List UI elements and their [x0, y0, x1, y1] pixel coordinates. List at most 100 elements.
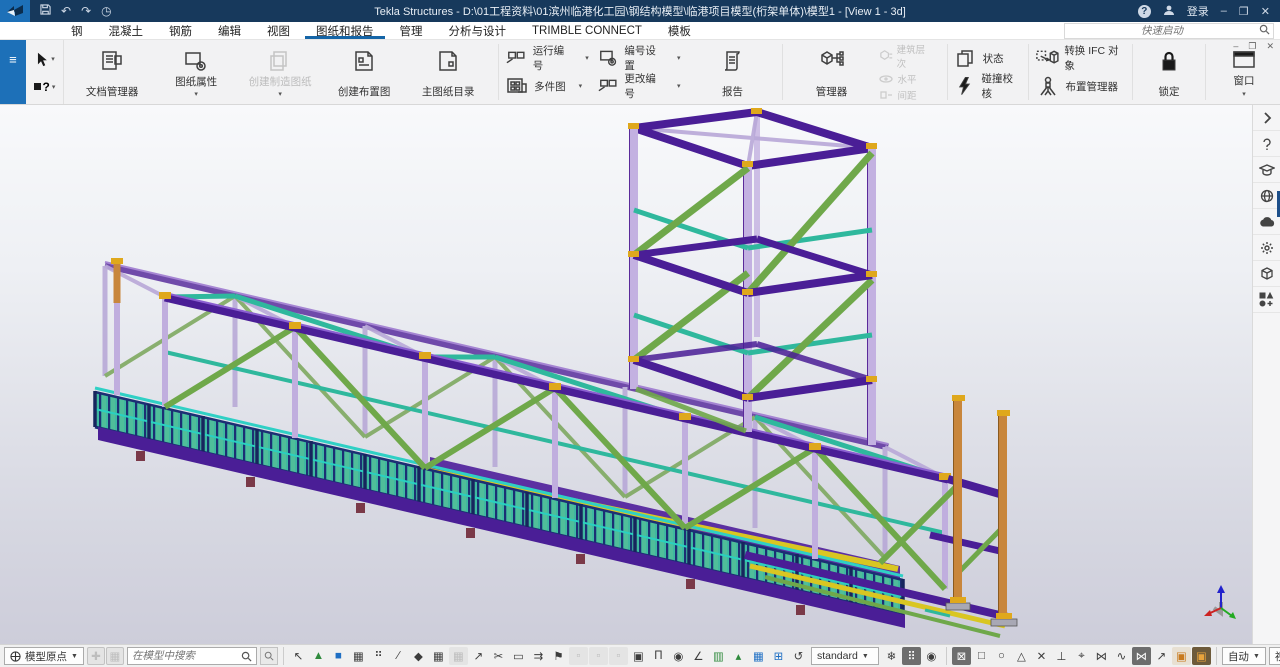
selection-profile-dropdown[interactable]: standard▼ — [811, 647, 879, 665]
view-restore-button[interactable]: ❐ — [1248, 41, 1256, 52]
view-render-image[interactable]: ▥ — [709, 647, 728, 665]
search-options-button[interactable] — [260, 647, 278, 665]
component-help-icon[interactable] — [1253, 131, 1280, 157]
view-plane-dropdown[interactable]: 视图平面▼ — [1269, 647, 1280, 665]
model-viewport[interactable] — [0, 105, 1280, 644]
master-drawing-catalog-button[interactable]: 主图纸目录 — [406, 43, 490, 101]
close-button[interactable]: ✕ — [1261, 5, 1270, 18]
manager-button[interactable]: 管理器 — [791, 43, 871, 101]
select-grid-planes[interactable]: ▦ — [429, 647, 448, 665]
app-menu-button[interactable]: ≡ — [0, 40, 26, 104]
select-rebar[interactable]: ▫ — [609, 647, 628, 665]
select-component[interactable]: ▣ — [629, 647, 648, 665]
quick-launch-box[interactable] — [1064, 23, 1274, 39]
change-numbering-caret[interactable]: ▾ — [677, 82, 681, 90]
document-manager-button[interactable]: 文档管理器 — [70, 43, 154, 101]
snap-nearest-circle[interactable]: ○ — [992, 647, 1011, 665]
snap-perpendicular[interactable]: ⊥ — [1052, 647, 1071, 665]
create-layout-drawing-button[interactable]: 创建布置图 — [322, 43, 406, 101]
left-end-column[interactable] — [111, 258, 123, 395]
select-flag[interactable]: ⚑ — [549, 647, 568, 665]
model-origin-dropdown[interactable]: 模型原点▼ — [4, 647, 84, 665]
multi-drawing-button[interactable]: 多件图▾ — [505, 73, 589, 99]
ortho-toggle[interactable]: ▣ — [1172, 647, 1191, 665]
view-minimize-button[interactable]: – — [1233, 41, 1238, 52]
convert-ifc-button[interactable]: 转换 IFC 对象 — [1035, 45, 1127, 71]
snap-grid-locked[interactable]: ⋈ — [1132, 647, 1151, 665]
report-button[interactable]: 报告 — [690, 43, 774, 101]
select-parallel[interactable]: ⇉ — [529, 647, 548, 665]
snap-reference[interactable]: ⊠ — [952, 647, 971, 665]
change-numbering-button[interactable]: 更改编号▾ — [597, 73, 681, 99]
lock-button[interactable]: 锁定 — [1141, 43, 1197, 101]
snap-midpoint-triangle[interactable]: △ — [1012, 647, 1031, 665]
menu-tab[interactable]: 混凝土 — [96, 22, 157, 39]
ortho-plane-toggle[interactable]: ▣ — [1192, 647, 1211, 665]
save-icon[interactable] — [40, 0, 51, 22]
menu-tab[interactable]: 编辑 — [205, 22, 254, 39]
select-grid-lines[interactable]: ▦ — [449, 647, 468, 665]
restore-button[interactable]: ❐ — [1239, 5, 1249, 18]
model-3d-view[interactable] — [0, 105, 1252, 644]
run-numbering-button[interactable]: 运行编号▾ — [505, 45, 589, 71]
building-hierarchy-button[interactable]: 建筑层次 — [878, 42, 933, 70]
snap-intersection-cross[interactable]: ✕ — [1032, 647, 1051, 665]
redo-icon[interactable]: ↷ — [81, 0, 91, 22]
status-button[interactable]: 状态 — [954, 45, 1022, 71]
select-view-eye[interactable]: ◉ — [669, 647, 688, 665]
model-search-box[interactable] — [127, 647, 257, 665]
pointer-tool-caret[interactable]: ▾ — [51, 55, 55, 63]
minimize-button[interactable]: – — [1221, 5, 1227, 17]
clash-check-button[interactable]: 碰撞校核 — [954, 73, 1022, 99]
select-parts[interactable]: ▲ — [309, 647, 328, 665]
menu-tab[interactable]: 视图 — [254, 22, 303, 39]
select-area[interactable]: ▭ — [509, 647, 528, 665]
panel-expand-icon[interactable] — [1253, 105, 1280, 131]
tekla-online-icon[interactable] — [1253, 183, 1280, 209]
select-points[interactable]: ⠛ — [369, 647, 388, 665]
window-button-caret[interactable]: ▾ — [1242, 90, 1246, 98]
snap-extension[interactable]: ⌖ — [1072, 647, 1091, 665]
zoom-rotate[interactable]: ↺ — [789, 647, 808, 665]
menu-tab[interactable]: 钢筋 — [156, 22, 205, 39]
inquire-tool-caret[interactable]: ▾ — [52, 83, 56, 91]
pointer-tool-button[interactable]: ▾ — [34, 51, 55, 67]
select-polyline[interactable]: ↗ — [469, 647, 488, 665]
quick-launch-input[interactable] — [1065, 25, 1259, 37]
snap-auto-dropdown[interactable]: 自动▼ — [1222, 647, 1266, 665]
education-icon[interactable] — [1253, 157, 1280, 183]
run-numbering-caret[interactable]: ▾ — [585, 54, 589, 62]
menu-tab[interactable]: 图纸和报告 — [303, 22, 387, 39]
render-visibility[interactable]: ◉ — [922, 647, 941, 665]
select-cut[interactable]: ✂ — [489, 647, 508, 665]
select-lines[interactable]: ∕ — [389, 647, 408, 665]
render-snowflake[interactable]: ❄ — [882, 647, 901, 665]
settings-icon[interactable] — [1253, 235, 1280, 261]
login-button[interactable]: 登录 — [1187, 3, 1209, 19]
spacing-button[interactable]: 间距 — [878, 88, 933, 102]
layout-manager-button[interactable]: 布置管理器 — [1035, 73, 1127, 99]
create-fabrication-drawing-button[interactable]: 创建制造图纸 ▾ — [238, 43, 322, 101]
help-icon[interactable]: ? — [1138, 5, 1151, 18]
menu-tab[interactable]: 管理 — [387, 22, 436, 39]
snap-wave[interactable]: ∿ — [1112, 647, 1131, 665]
search-icon[interactable] — [1259, 24, 1273, 38]
numbering-settings-caret[interactable]: ▾ — [677, 54, 681, 62]
select-bolt[interactable]: ▫ — [589, 647, 608, 665]
search-icon[interactable] — [241, 651, 252, 662]
applications-components-icon[interactable] — [1253, 287, 1280, 313]
drawing-properties-button[interactable]: 图纸属性 ▾ — [154, 43, 238, 101]
menu-tab[interactable]: TRIMBLE CONNECT — [519, 22, 655, 39]
view-render-tree[interactable]: ▴ — [729, 647, 748, 665]
inquire-tool-button[interactable]: ?▾ — [34, 80, 56, 94]
drawing-properties-caret[interactable]: ▾ — [194, 90, 198, 98]
origin-add-button[interactable]: ✚ — [87, 647, 105, 665]
snap-direction-arrow[interactable]: ↗ — [1152, 647, 1171, 665]
numbering-settings-button[interactable]: 编号设置▾ — [597, 45, 681, 71]
menu-tab[interactable]: 模板 — [655, 22, 704, 39]
undo-icon[interactable]: ↶ — [61, 0, 71, 22]
select-objects[interactable]: ■ — [329, 647, 348, 665]
menu-tab[interactable]: 钢 — [58, 22, 96, 39]
origin-grid-button[interactable]: ▦ — [106, 647, 124, 665]
render-points[interactable]: ⠿ — [902, 647, 921, 665]
